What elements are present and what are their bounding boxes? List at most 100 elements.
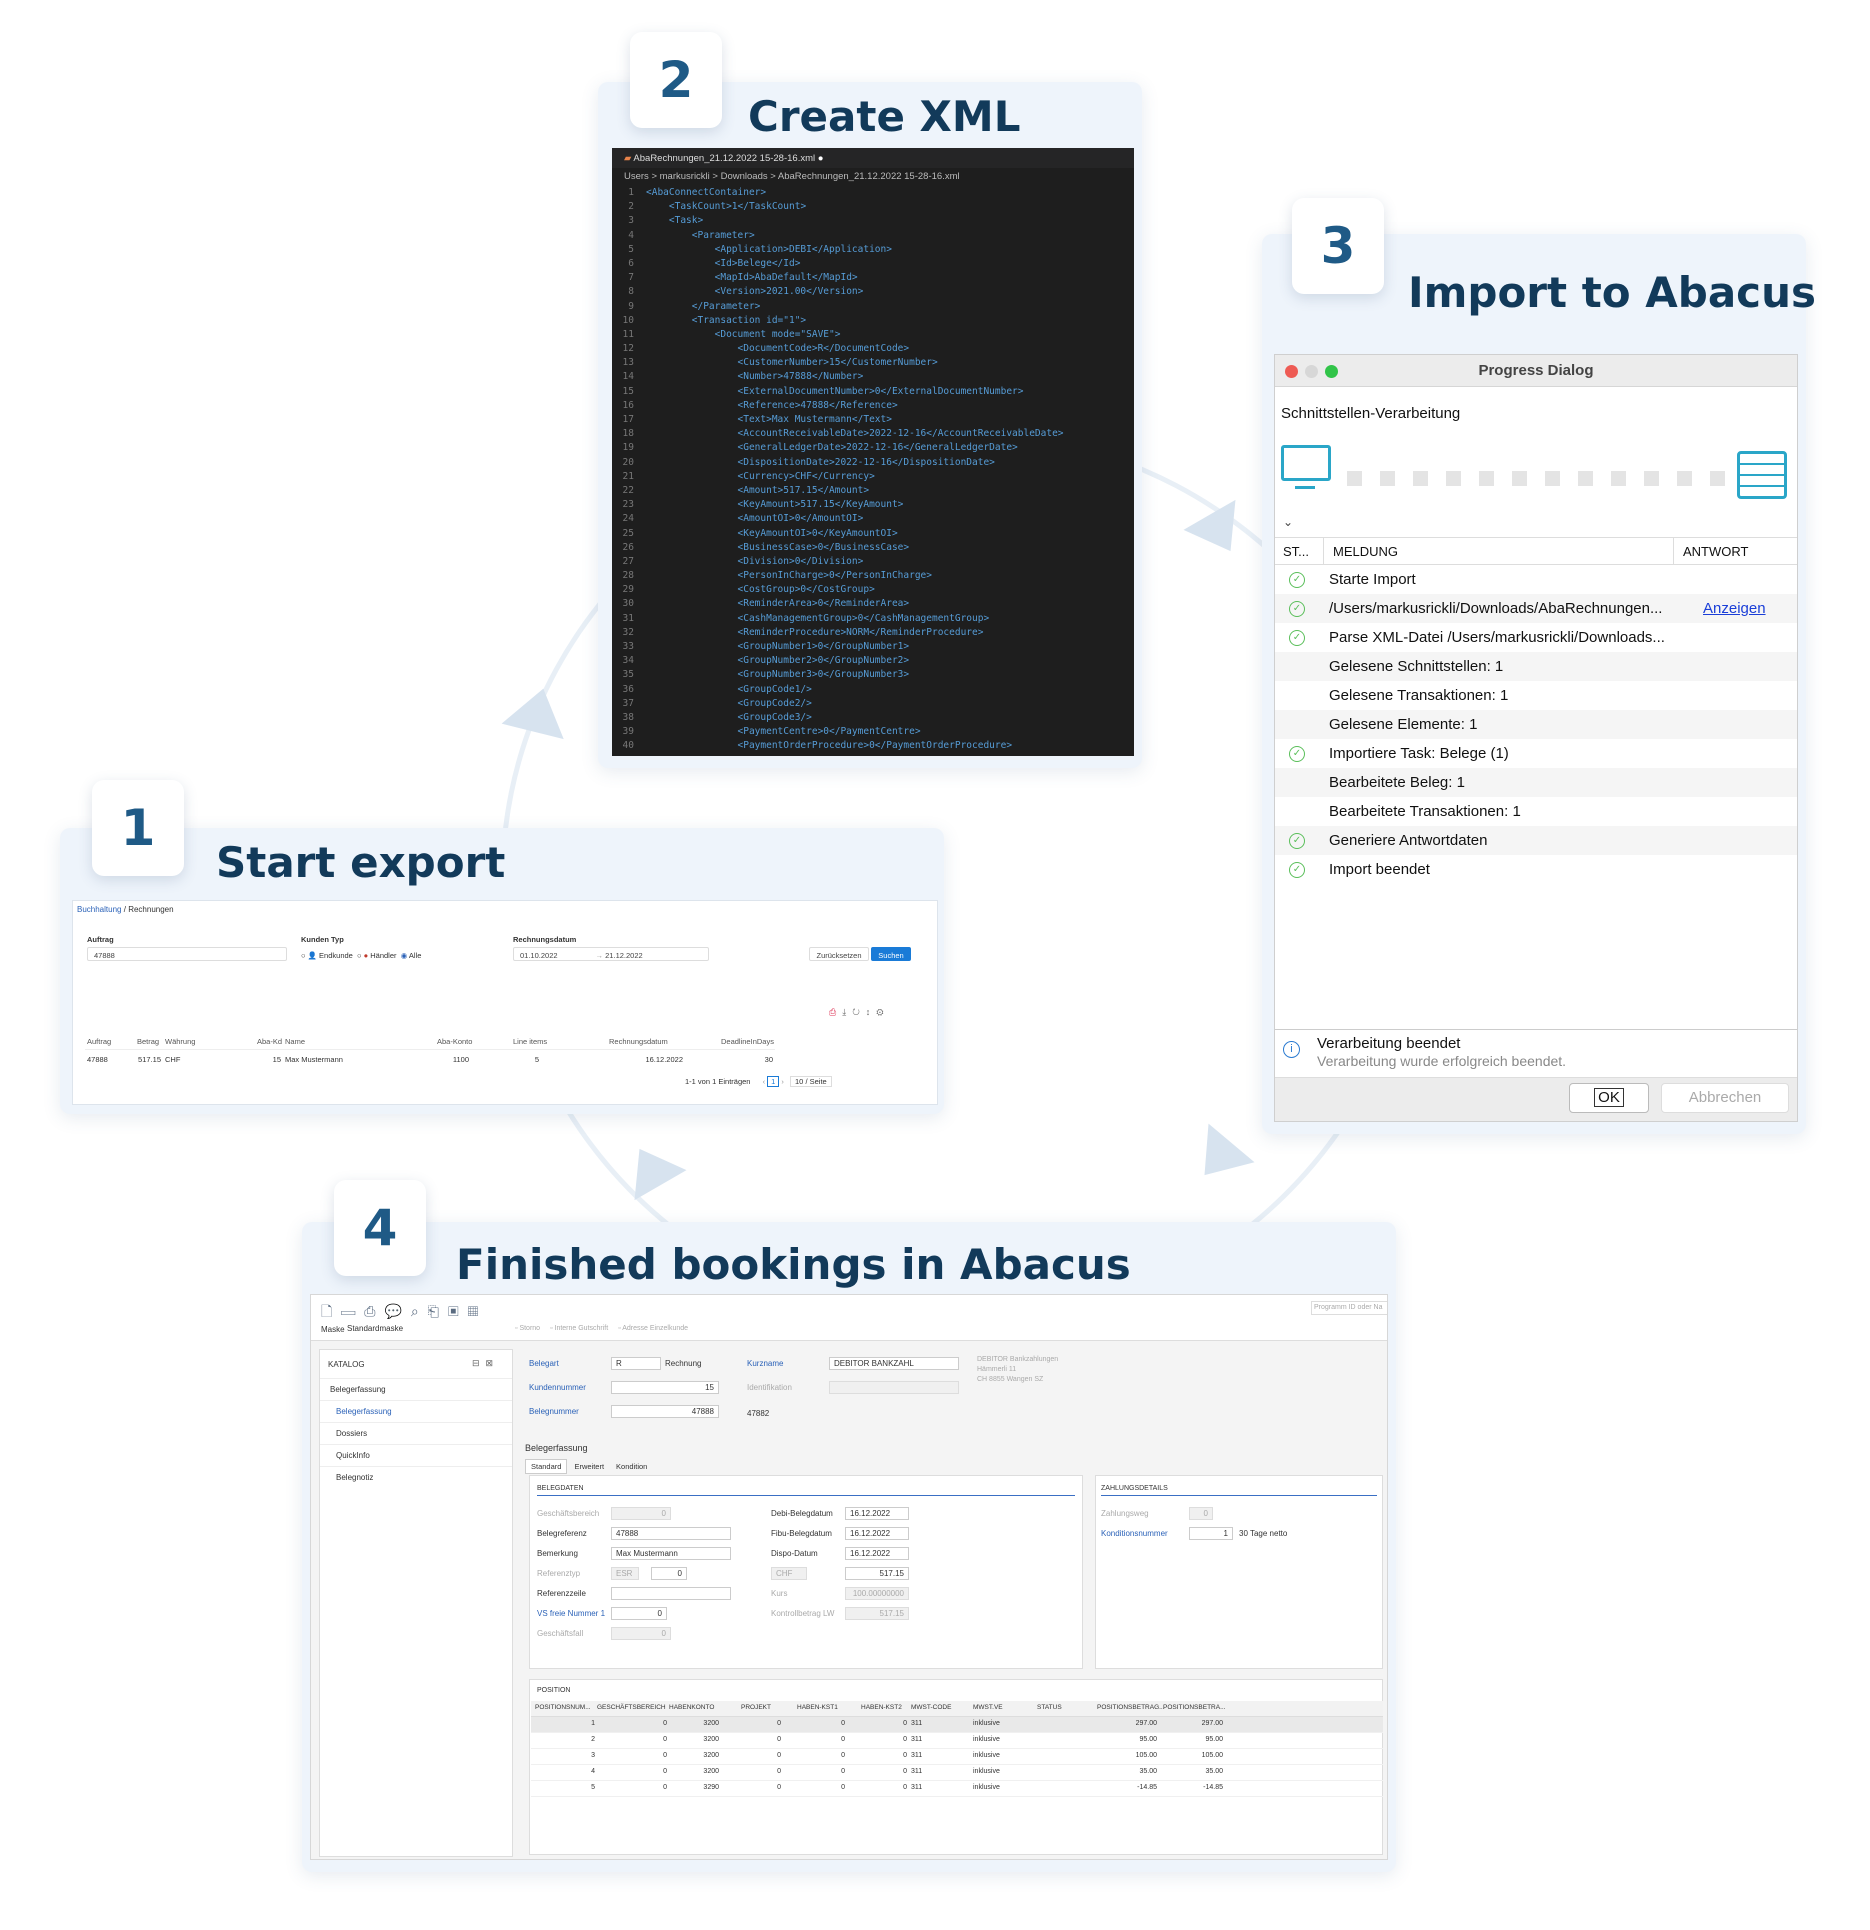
table-header-cell[interactable]: DeadlineInDays <box>721 1037 774 1046</box>
kurzname-label[interactable]: Kurzname <box>747 1359 783 1368</box>
table-row[interactable]: 4 0 3200 0 0 0 311 inklusive 35.00 35.00 <box>531 1765 1383 1781</box>
prev-page-icon[interactable]: ‹ <box>763 1077 766 1086</box>
sidebar-group-belegerfassung[interactable]: Belegerfassung <box>320 1378 512 1400</box>
field-input[interactable]: 0 <box>611 1627 671 1640</box>
cancel-button[interactable]: Abbrechen <box>1661 1083 1789 1113</box>
search-button[interactable]: Suchen <box>871 947 911 961</box>
print-icon[interactable]: ⎙ <box>364 1303 384 1319</box>
table-header-cell[interactable]: Auftrag <box>87 1037 111 1046</box>
anzeigen-link[interactable]: Anzeigen <box>1703 594 1766 623</box>
page-size-select[interactable]: 10 / Seite <box>790 1076 832 1087</box>
identifikation-input[interactable] <box>829 1381 959 1394</box>
field-input[interactable]: 16.12.2022 <box>845 1507 909 1520</box>
table-row[interactable]: 2 0 3200 0 0 0 311 inklusive 95.00 95.00 <box>531 1733 1383 1749</box>
currency-select[interactable]: CHF <box>771 1567 807 1580</box>
table-header-cell[interactable]: Rechnungsdatum <box>609 1037 668 1046</box>
column-header[interactable]: MWST-CODE <box>911 1704 951 1711</box>
zahlungsweg-input[interactable]: 0 <box>1189 1507 1213 1520</box>
kundennummer-input[interactable]: 15 <box>611 1381 719 1394</box>
field-input[interactable]: 47888 <box>611 1527 731 1540</box>
field-input[interactable]: 517.15 <box>845 1567 909 1580</box>
toolbar-option[interactable]: ▫ Storno <box>515 1325 540 1332</box>
table-header-cell[interactable]: Währung <box>165 1037 195 1046</box>
table-row[interactable]: 1 0 3200 0 0 0 311 inklusive 297.00 297.00 <box>531 1717 1383 1733</box>
field-input[interactable] <box>611 1587 731 1600</box>
field-input[interactable]: Max Mustermann <box>611 1547 731 1560</box>
grid-icon[interactable]: ▦ <box>468 1303 488 1319</box>
field-input[interactable]: 16.12.2022 <box>845 1527 909 1540</box>
sidebar-item[interactable]: Dossiers <box>320 1422 512 1444</box>
konditionsnummer-input[interactable]: 1 <box>1189 1527 1233 1540</box>
referenztyp-select[interactable]: ESR <box>611 1567 639 1580</box>
column-height-icon[interactable]: ↕ <box>866 1007 877 1017</box>
table-header-cell[interactable]: Aba-Kd <box>257 1037 282 1046</box>
close-window-icon[interactable] <box>1285 365 1298 378</box>
field-input[interactable]: 517.15 <box>845 1607 909 1620</box>
column-header[interactable]: HABENKONTO <box>669 1704 714 1711</box>
download-icon[interactable]: ⤓ <box>842 1007 852 1017</box>
sidebar-item[interactable]: Belegnotiz <box>320 1466 512 1488</box>
field-input[interactable]: 0 <box>611 1507 671 1520</box>
column-header[interactable]: HABEN-KST2 <box>861 1704 902 1711</box>
collapse-icon[interactable]: ⊟ <box>472 1358 486 1368</box>
search-icon[interactable]: ⌕ <box>411 1303 428 1319</box>
col-meldung[interactable]: MELDUNG <box>1333 538 1398 565</box>
page-1[interactable]: 1 <box>767 1076 780 1087</box>
settings-icon[interactable]: ⚙ <box>876 1007 889 1017</box>
minimize-window-icon[interactable] <box>1305 365 1318 378</box>
kundennummer-label[interactable]: Kundennummer <box>529 1383 586 1392</box>
date-range-input[interactable]: 01.10.2022 → 21.12.2022 <box>513 947 709 961</box>
column-header[interactable]: GESCHÄFTSBEREICH <box>597 1704 666 1711</box>
table-row[interactable]: 5 0 3290 0 0 0 311 inklusive -14.85 -14.85 <box>531 1781 1383 1797</box>
tab-erweitert[interactable]: Erweitert <box>569 1460 609 1473</box>
window-icon[interactable]: ▣ <box>448 1303 468 1319</box>
table-header-cell[interactable]: Line items <box>513 1037 547 1046</box>
next-page-icon[interactable]: › <box>781 1077 784 1086</box>
column-header[interactable]: PROJEKT <box>741 1704 771 1711</box>
pdf-icon[interactable]: ⎙ <box>829 1007 842 1017</box>
chevron-down-icon[interactable]: ⌄ <box>1283 515 1293 529</box>
column-header[interactable]: MWST.VE <box>973 1704 1003 1711</box>
zoom-window-icon[interactable] <box>1325 365 1338 378</box>
radio-haendler[interactable]: ○ ● Händler <box>357 951 397 960</box>
tab-standard[interactable]: Standard <box>525 1459 568 1474</box>
column-header[interactable]: POSITIONSBETRA... <box>1163 1704 1225 1711</box>
kurzname-input[interactable]: DEBITOR BANKZAHL <box>829 1357 959 1370</box>
col-status[interactable]: ST... <box>1283 538 1309 565</box>
program-search-input[interactable]: Programm ID oder Na <box>1311 1301 1387 1315</box>
table-header-cell[interactable]: Aba-Konto <box>437 1037 472 1046</box>
sidebar-item[interactable]: QuickInfo <box>320 1444 512 1466</box>
table-row[interactable]: 3 0 3200 0 0 0 311 inklusive 105.00 105.00 <box>531 1749 1383 1765</box>
sidebar-item[interactable]: Belegerfassung <box>320 1400 512 1422</box>
belegart-input[interactable]: R <box>611 1357 661 1370</box>
auftrag-input[interactable]: 47888 <box>87 947 287 961</box>
field-label[interactable]: VS freie Nummer 1 <box>537 1609 605 1618</box>
col-antwort[interactable]: ANTWORT <box>1683 538 1748 565</box>
table-header-cell[interactable]: Name <box>285 1037 305 1046</box>
referenz-number-input[interactable]: 0 <box>651 1567 687 1580</box>
new-document-icon[interactable]: 🗋 <box>321 1303 341 1319</box>
field-input[interactable]: 100.00000000 <box>845 1587 909 1600</box>
belegnummer-input[interactable]: 47888 <box>611 1405 719 1418</box>
radio-endkunde[interactable]: ○ 👤 Endkunde <box>301 951 353 960</box>
belegart-label[interactable]: Belegart <box>529 1359 559 1368</box>
comment-icon[interactable]: 💬 <box>384 1303 410 1319</box>
attach-icon[interactable]: ⎗ <box>428 1303 448 1319</box>
radio-alle[interactable]: ◉ Alle <box>401 951 422 960</box>
column-header[interactable]: HABEN-KST1 <box>797 1704 838 1711</box>
editor-tab[interactable]: ▰ AbaRechnungen_21.12.2022 15-28-16.xml … <box>612 148 1134 168</box>
toolbar-option[interactable]: ▫ Adresse Einzelkunde <box>618 1325 688 1332</box>
column-header[interactable]: POSITIONSNUM... <box>535 1704 591 1711</box>
konditionsnummer-label[interactable]: Konditionsnummer <box>1101 1529 1168 1538</box>
tab-kondition[interactable]: Kondition <box>611 1460 652 1473</box>
save-icon[interactable]: ▭ <box>341 1303 364 1319</box>
table-header-cell[interactable]: Betrag <box>137 1037 159 1046</box>
column-header[interactable]: POSITIONSBETRAG... <box>1097 1704 1165 1711</box>
maske-select[interactable]: Standardmaske <box>343 1323 503 1336</box>
toolbar-option[interactable]: ▫ Interne Gutschrift <box>550 1325 608 1332</box>
column-header[interactable]: STATUS <box>1037 1704 1062 1711</box>
refresh-icon[interactable]: ↻ <box>852 1007 866 1017</box>
field-input[interactable]: 0 <box>611 1607 667 1620</box>
breadcrumb-root[interactable]: Buchhaltung <box>77 905 121 914</box>
reset-button[interactable]: Zurücksetzen <box>809 947 869 961</box>
